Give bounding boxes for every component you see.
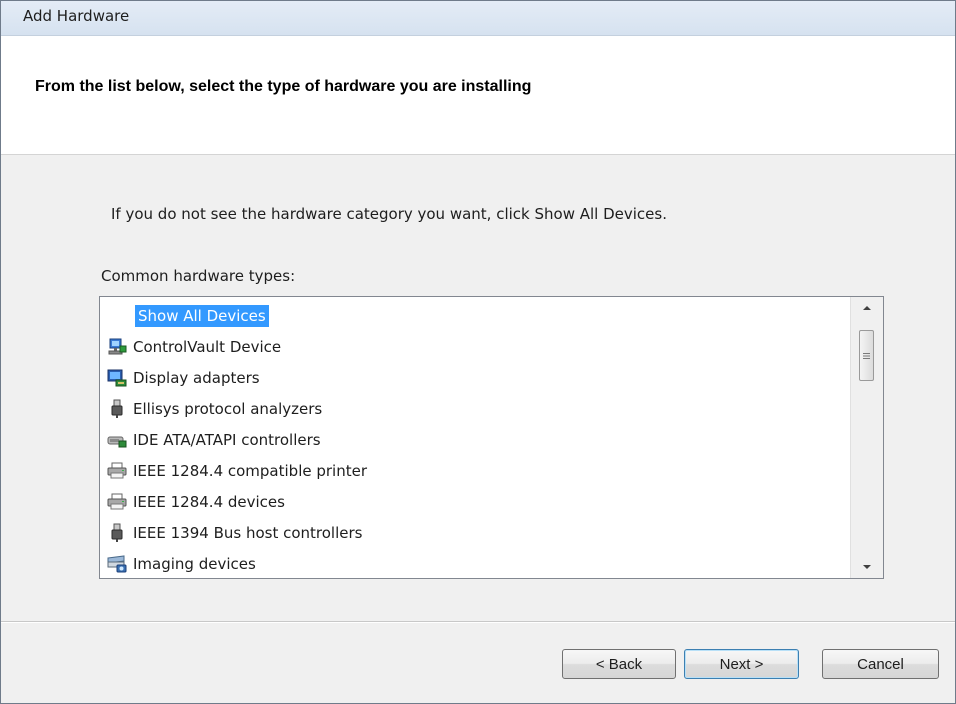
list-item-imaging-devices[interactable]: Imaging devices	[106, 551, 846, 577]
list-item-label: IEEE 1284.4 compatible printer	[133, 462, 368, 480]
hardware-list-items: Show All Devices ControlVault Device Dis…	[100, 297, 852, 578]
hardware-types-label: Common hardware types:	[101, 267, 296, 285]
list-item-label: Display adapters	[133, 369, 260, 387]
page-heading: From the list below, select the type of …	[35, 78, 532, 95]
instruction-text: If you do not see the hardware category …	[111, 205, 667, 223]
list-item-label: ControlVault Device	[133, 338, 282, 356]
next-button[interactable]: Next >	[684, 649, 799, 679]
printer-icon	[106, 491, 128, 513]
add-hardware-dialog: Add Hardware From the list below, select…	[0, 0, 956, 704]
list-item-ieee-1284-4-devices[interactable]: IEEE 1284.4 devices	[106, 489, 846, 515]
hardware-types-listbox[interactable]: Show All Devices ControlVault Device Dis…	[99, 296, 884, 579]
scroll-thumb[interactable]	[859, 330, 874, 381]
list-scrollbar[interactable]	[850, 297, 883, 578]
printer-icon	[106, 460, 128, 482]
usb-plug-icon	[106, 398, 128, 420]
list-item-label: IDE ATA/ATAPI controllers	[133, 431, 321, 449]
list-item-ieee-1394-bus-host-controllers[interactable]: IEEE 1394 Bus host controllers	[106, 520, 846, 546]
display-adapter-icon	[106, 367, 128, 389]
scroll-up-button[interactable]	[851, 297, 883, 319]
grip-lines-icon	[863, 352, 870, 359]
scanner-camera-icon	[106, 553, 128, 575]
blank-icon	[106, 305, 128, 327]
list-item-show-all-devices[interactable]: Show All Devices	[106, 303, 846, 329]
scroll-down-button[interactable]	[851, 556, 883, 578]
list-item-label: Show All Devices	[135, 305, 269, 327]
network-computer-icon	[106, 336, 128, 358]
button-area-divider	[1, 621, 955, 623]
list-item-ide-ata-atapi-controllers[interactable]: IDE ATA/ATAPI controllers	[106, 427, 846, 453]
ide-controller-icon	[106, 429, 128, 451]
usb-plug-icon	[106, 522, 128, 544]
back-button[interactable]: < Back	[562, 649, 676, 679]
list-item-controlvault-device[interactable]: ControlVault Device	[106, 334, 846, 360]
list-item-ieee-1284-4-compatible-printer[interactable]: IEEE 1284.4 compatible printer	[106, 458, 846, 484]
list-item-label: IEEE 1394 Bus host controllers	[133, 524, 363, 542]
window-title: Add Hardware	[23, 7, 130, 25]
arrow-up-icon	[863, 306, 871, 310]
list-item-label: IEEE 1284.4 devices	[133, 493, 285, 511]
list-item-ellisys-protocol-analyzers[interactable]: Ellisys protocol analyzers	[106, 396, 846, 422]
cancel-button[interactable]: Cancel	[822, 649, 939, 679]
list-item-display-adapters[interactable]: Display adapters	[106, 365, 846, 391]
list-item-label: Imaging devices	[133, 555, 256, 573]
arrow-down-icon	[863, 565, 871, 569]
list-item-label: Ellisys protocol analyzers	[133, 400, 323, 418]
title-bar[interactable]: Add Hardware	[1, 1, 955, 36]
header-band: From the list below, select the type of …	[1, 36, 955, 155]
